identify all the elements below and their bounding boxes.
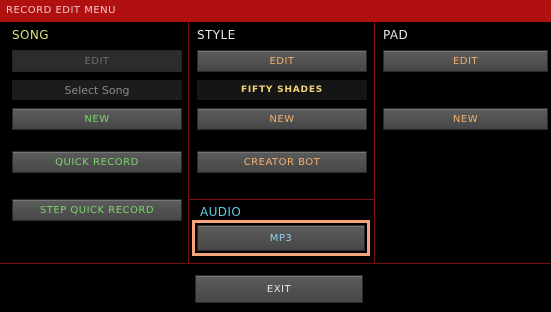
pad-section-header: PAD <box>383 28 409 42</box>
creator-bot-button[interactable]: CREATOR BOT <box>197 151 367 173</box>
audio-section-header: AUDIO <box>200 205 242 219</box>
song-section-header: SONG <box>12 28 49 42</box>
quick-record-button[interactable]: QUICK RECORD <box>12 151 182 173</box>
pad-edit-button[interactable]: EDIT <box>383 50 548 72</box>
song-name-field[interactable]: Select Song <box>12 80 182 100</box>
audio-section-divider <box>188 199 375 200</box>
style-new-button[interactable]: NEW <box>197 108 367 130</box>
pad-new-button[interactable]: NEW <box>383 108 548 130</box>
exit-button[interactable]: EXIT <box>195 275 363 303</box>
footer-divider <box>0 263 551 264</box>
mp3-button[interactable]: MP3 <box>197 225 365 251</box>
song-new-button[interactable]: NEW <box>12 108 182 130</box>
step-quick-record-button[interactable]: STEP QUICK RECORD <box>12 199 182 221</box>
style-section-header: STYLE <box>197 28 236 42</box>
style-name-field[interactable]: FIFTY SHADES <box>197 80 367 100</box>
window-title: RECORD EDIT MENU <box>0 0 551 22</box>
style-edit-button[interactable]: EDIT <box>197 50 367 72</box>
column-divider-left <box>188 22 189 263</box>
song-edit-button[interactable]: EDIT <box>12 50 182 72</box>
column-divider-right <box>374 22 375 263</box>
